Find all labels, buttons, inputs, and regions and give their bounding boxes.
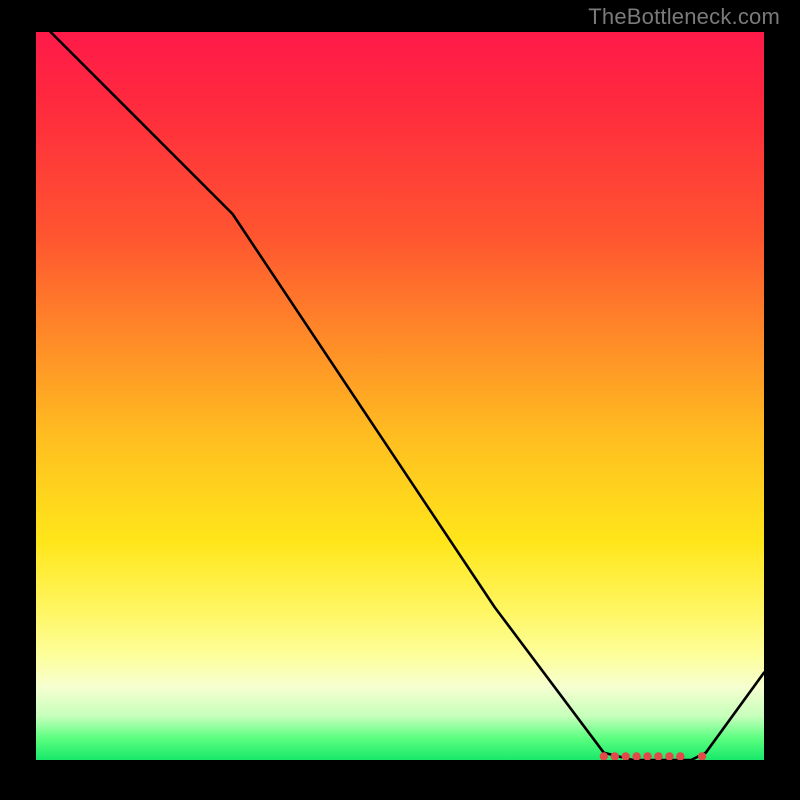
marker-dot bbox=[676, 752, 684, 760]
marker-dot bbox=[665, 752, 673, 760]
marker-dot bbox=[643, 752, 651, 760]
marker-dot bbox=[611, 752, 619, 760]
chart-svg bbox=[36, 32, 764, 760]
watermark-text: TheBottleneck.com bbox=[588, 4, 780, 30]
chart-line bbox=[51, 32, 764, 760]
plot-area bbox=[36, 32, 764, 760]
chart-container: TheBottleneck.com bbox=[0, 0, 800, 800]
marker-dot bbox=[654, 752, 662, 760]
marker-dot bbox=[632, 752, 640, 760]
marker-dot bbox=[622, 752, 630, 760]
chart-line-group bbox=[51, 32, 764, 760]
